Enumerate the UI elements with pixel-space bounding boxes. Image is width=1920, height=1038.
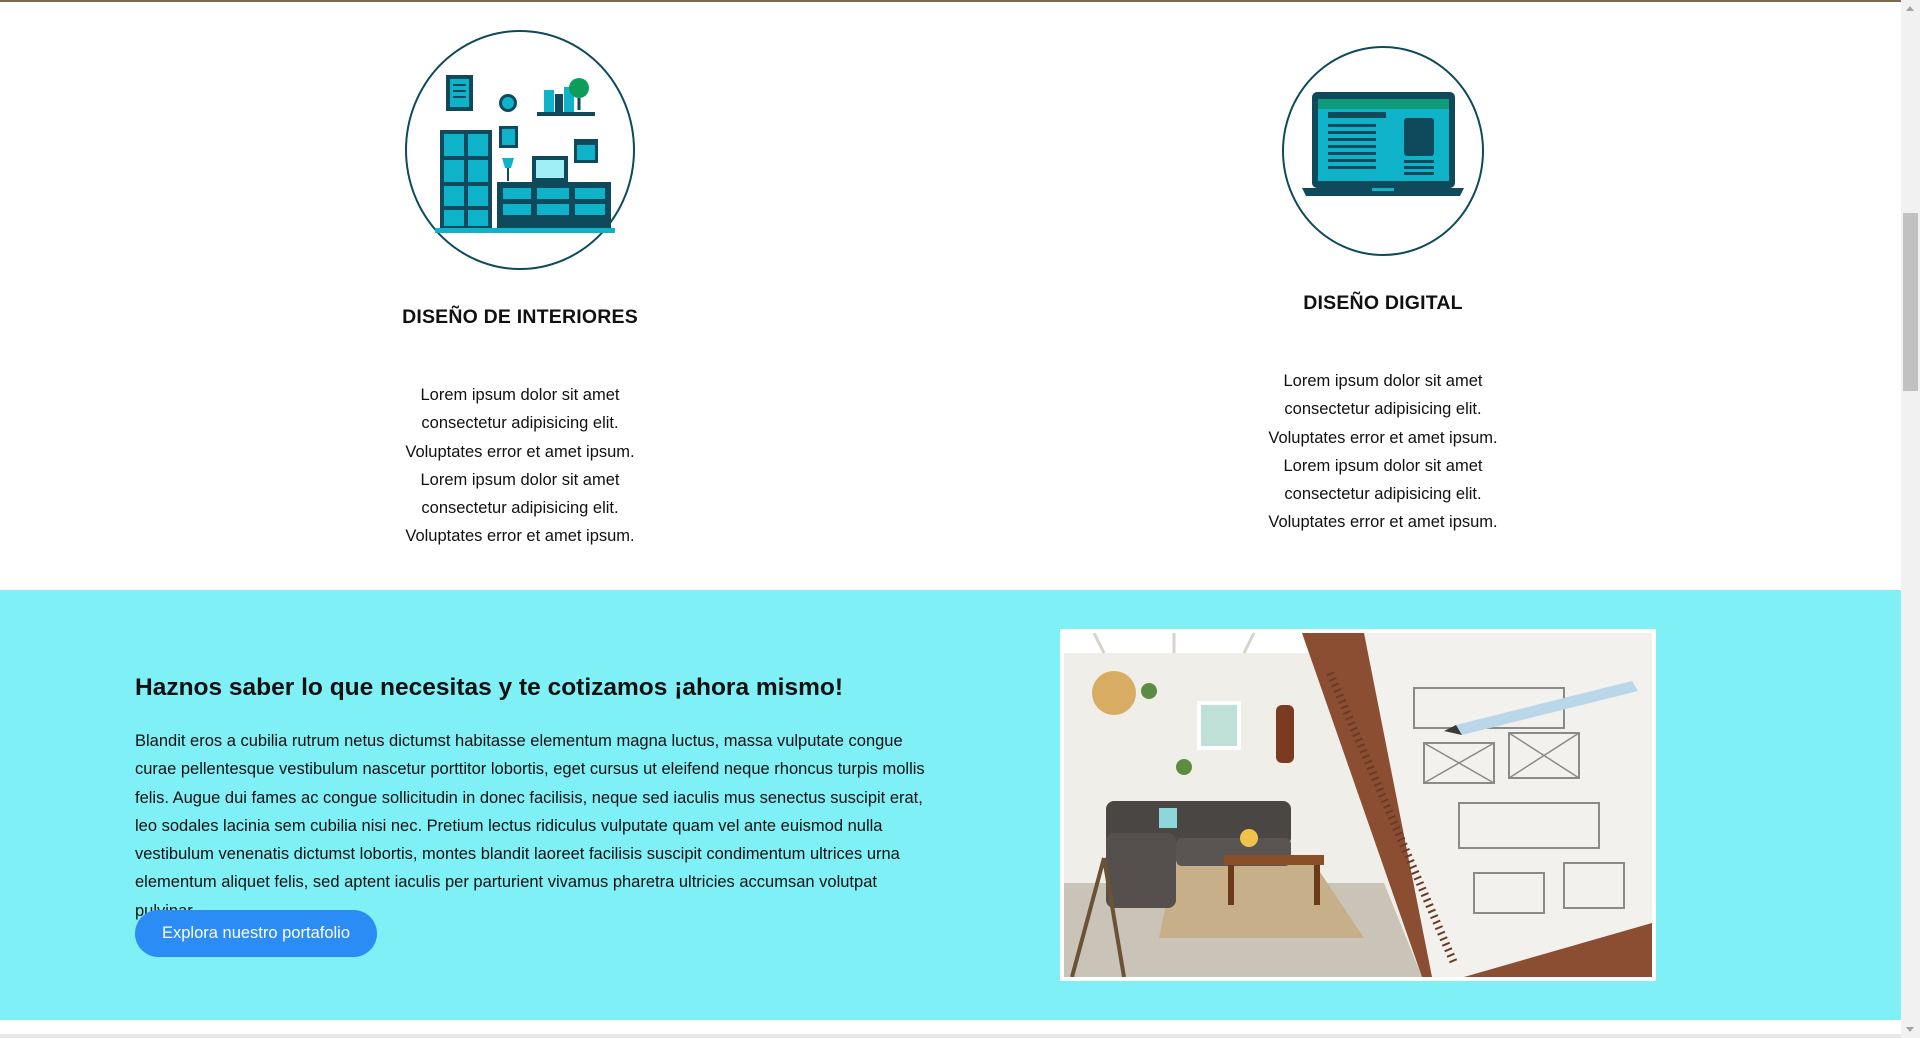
section-separator xyxy=(0,1020,1901,1038)
scrollbar-thumb[interactable] xyxy=(1903,213,1918,391)
laptop-icon xyxy=(1302,92,1464,196)
laptop-icon-circle xyxy=(1282,46,1484,256)
interior-design-icon xyxy=(435,75,615,233)
service-title: DISEÑO DIGITAL xyxy=(1303,292,1463,314)
scroll-up-arrow-icon[interactable] xyxy=(1901,0,1920,17)
top-border xyxy=(0,0,1901,2)
service-interior-design: DISEÑO DE INTERIORES Lorem ipsum dolor s… xyxy=(400,30,640,551)
service-title: DISEÑO DE INTERIORES xyxy=(402,306,638,328)
cta-body: Blandit eros a cubilia rutrum netus dict… xyxy=(135,732,925,920)
cta-heading: Haznos saber lo que necesitas y te cotiz… xyxy=(135,674,843,701)
service-description: Lorem ipsum dolor sit amet consectetur a… xyxy=(1268,372,1498,532)
interior-design-icon-circle xyxy=(405,30,635,270)
service-description: Lorem ipsum dolor sit amet consectetur a… xyxy=(405,386,635,546)
scroll-down-arrow-icon[interactable] xyxy=(1901,1021,1920,1038)
service-digital-design: DISEÑO DIGITAL Lorem ipsum dolor sit ame… xyxy=(1263,46,1503,537)
explore-portfolio-button[interactable]: Explora nuestro portafolio xyxy=(135,910,377,957)
quote-cta-section: Haznos saber lo que necesitas y te cotiz… xyxy=(0,590,1901,1020)
page-scrollbar[interactable] xyxy=(1901,0,1920,1038)
living-room-and-sketch-notebook-photo xyxy=(1060,629,1656,981)
